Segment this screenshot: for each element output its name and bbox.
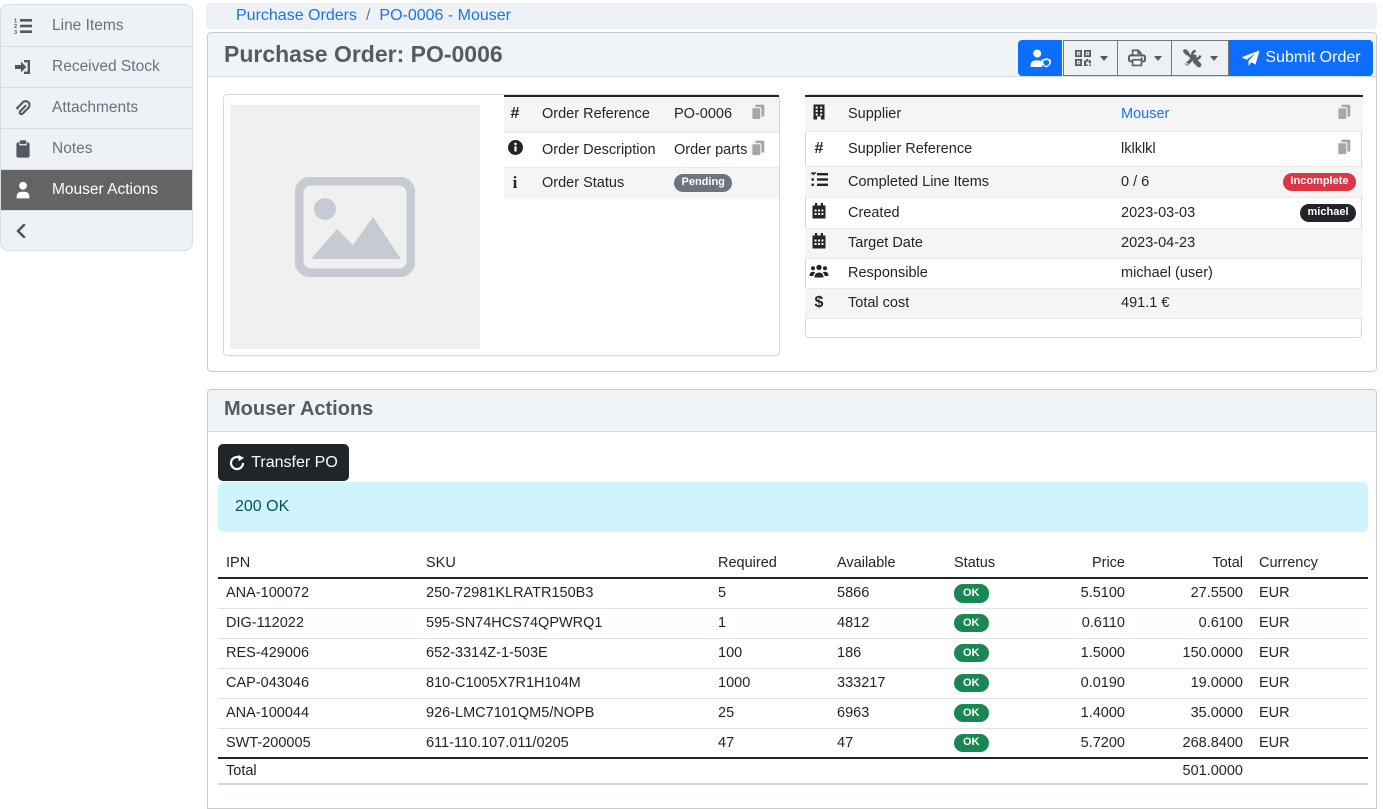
svg-text:3: 3	[14, 30, 17, 35]
